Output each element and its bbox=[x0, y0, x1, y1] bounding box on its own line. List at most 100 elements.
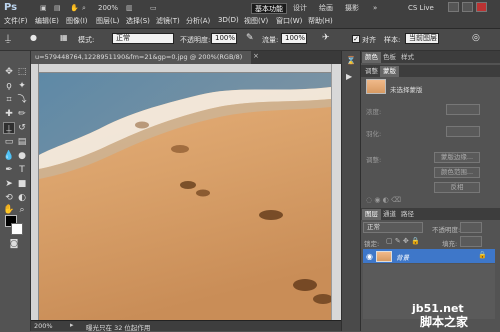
3d-orbit-tool-icon[interactable]: ◐ bbox=[16, 192, 28, 204]
layer-fill-label: 填充: bbox=[442, 240, 458, 248]
quick-mask-icon[interactable]: ◙ bbox=[8, 238, 20, 250]
clone-stamp-icon[interactable]: ⍊ bbox=[5, 33, 11, 44]
menu-select[interactable]: 选择(S) bbox=[126, 16, 150, 26]
clone-stamp-tool-icon[interactable]: ⍊ bbox=[3, 122, 15, 134]
lock-options-icons[interactable]: ▢ ✎ ✥ 🔒 bbox=[386, 237, 420, 245]
menu-filter[interactable]: 滤镜(T) bbox=[156, 16, 180, 26]
dodge-tool-icon[interactable]: ● bbox=[16, 150, 28, 162]
mask-feather-field[interactable] bbox=[446, 126, 480, 137]
path-select-tool-icon[interactable]: ➤ bbox=[3, 178, 15, 190]
eyedropper-tool-icon[interactable]: ⤵ bbox=[16, 94, 28, 106]
mask-status: 未选择蒙版 bbox=[390, 86, 423, 94]
menu-help[interactable]: 帮助(H) bbox=[308, 16, 333, 26]
menu-analysis[interactable]: 分析(A) bbox=[186, 16, 210, 26]
layer-opacity-field[interactable] bbox=[460, 222, 482, 233]
tab-layers[interactable]: 图层 bbox=[362, 209, 381, 220]
flow-input[interactable]: 100% bbox=[281, 33, 307, 44]
history-panel-icon[interactable]: ⌛ bbox=[346, 56, 356, 65]
clone-source-icon[interactable]: ▦ bbox=[60, 33, 68, 42]
history-brush-tool-icon[interactable]: ↺ bbox=[16, 122, 28, 134]
mask-edge-button[interactable]: 蒙版边缘... bbox=[434, 152, 480, 163]
layer-blend-mode[interactable]: 正常 bbox=[363, 222, 423, 233]
invert-button[interactable]: 反相 bbox=[434, 182, 480, 193]
airbrush-icon[interactable]: ✈ bbox=[322, 33, 330, 43]
app-logo: Ps bbox=[4, 2, 18, 13]
minimize-button[interactable] bbox=[448, 2, 459, 12]
status-info-icon[interactable]: ▸ bbox=[70, 321, 74, 329]
layer-opacity-label: 不透明度: bbox=[432, 226, 461, 234]
layer-name[interactable]: 背景 bbox=[396, 252, 409, 262]
shape-tool-icon[interactable]: ■ bbox=[16, 178, 28, 190]
type-tool-icon[interactable]: T bbox=[16, 164, 28, 176]
more-workspaces-button[interactable]: » bbox=[370, 3, 380, 14]
gradient-tool-icon[interactable]: ▤ bbox=[16, 136, 28, 148]
zoom-tool-icon[interactable]: ⌕ bbox=[82, 4, 86, 13]
mode-label: 模式: bbox=[78, 36, 95, 44]
mask-density-field[interactable] bbox=[446, 104, 480, 115]
menu-layer[interactable]: 图层(L) bbox=[96, 16, 119, 26]
layer-fill-field[interactable] bbox=[460, 236, 482, 247]
tab-masks[interactable]: 蒙版 bbox=[380, 66, 399, 77]
menu-file[interactable]: 文件(F) bbox=[4, 16, 28, 26]
marquee-tool-icon[interactable]: ⬚ bbox=[16, 66, 28, 78]
zoom-level[interactable]: 200% bbox=[98, 4, 118, 12]
mini-bridge-icon[interactable]: ▤ bbox=[54, 4, 61, 12]
document-tab[interactable]: u=579448764,1228951190&fm=21&gp=0.jpg @ … bbox=[31, 51, 251, 64]
workspace-photography[interactable]: 摄影 bbox=[342, 3, 362, 14]
blur-tool-icon[interactable]: 💧 bbox=[3, 150, 15, 162]
tab-color[interactable]: 颜色 bbox=[362, 52, 381, 63]
menu-3d[interactable]: 3D(D) bbox=[218, 16, 239, 24]
tab-swatches[interactable]: 色板 bbox=[380, 52, 399, 63]
tab-paths[interactable]: 路径 bbox=[398, 209, 417, 220]
color-range-button[interactable]: 颜色范围... bbox=[434, 167, 480, 178]
tab-adjustments[interactable]: 调整 bbox=[362, 66, 381, 77]
maximize-button[interactable] bbox=[462, 2, 473, 12]
status-zoom[interactable]: 200% bbox=[34, 322, 53, 330]
mask-footer-icons[interactable]: ◌ ◉ ◐ ⌫ bbox=[366, 196, 401, 204]
align-checkbox[interactable]: ✓ bbox=[352, 35, 360, 43]
mask-density-label: 浓度: bbox=[366, 108, 382, 116]
ignore-adjustment-icon[interactable]: ◎ bbox=[472, 33, 480, 43]
hand-tool-icon[interactable]: ✋ bbox=[70, 4, 79, 12]
mask-refine-label: 调整: bbox=[366, 156, 382, 164]
layer-lock-label: 锁定: bbox=[364, 240, 380, 248]
tab-channels[interactable]: 通道 bbox=[380, 209, 399, 220]
healing-brush-tool-icon[interactable]: ✚ bbox=[3, 108, 15, 120]
lasso-tool-icon[interactable]: ϙ bbox=[3, 80, 15, 92]
3d-rotate-tool-icon[interactable]: ⟲ bbox=[3, 192, 15, 204]
pen-tool-icon[interactable]: ✒ bbox=[3, 164, 15, 176]
menu-edit[interactable]: 编辑(E) bbox=[35, 16, 59, 26]
crop-tool-icon[interactable]: ⌗ bbox=[3, 94, 15, 106]
mode-select[interactable]: 正常 bbox=[112, 33, 174, 44]
cs-live-button[interactable]: CS Live bbox=[408, 4, 434, 12]
opacity-label: 不透明度: bbox=[180, 36, 211, 44]
brush-tool-icon[interactable]: ✏ bbox=[16, 108, 28, 120]
close-document-icon[interactable]: × bbox=[253, 52, 259, 60]
menu-window[interactable]: 窗口(W) bbox=[276, 16, 302, 26]
background-color-swatch[interactable] bbox=[11, 223, 23, 235]
eye-icon[interactable]: ◉ bbox=[366, 252, 373, 261]
zoom-tool-icon-2[interactable]: ⌕ bbox=[16, 204, 28, 216]
workspace-essentials[interactable]: 基本功能 bbox=[251, 3, 287, 14]
menu-image[interactable]: 图像(I) bbox=[66, 16, 88, 26]
eraser-tool-icon[interactable]: ▭ bbox=[3, 136, 15, 148]
brush-size-icon[interactable]: ● bbox=[30, 33, 37, 42]
actions-panel-icon[interactable]: ▶ bbox=[346, 72, 352, 81]
vertical-scrollbar[interactable] bbox=[331, 64, 341, 320]
workspace-design[interactable]: 设计 bbox=[290, 3, 310, 14]
screen-mode-icon[interactable]: ▭ bbox=[150, 4, 157, 12]
collapsed-panel-strip bbox=[341, 51, 361, 331]
quick-select-tool-icon[interactable]: ✦ bbox=[16, 80, 28, 92]
pressure-opacity-icon[interactable]: ✎ bbox=[246, 33, 254, 43]
sample-select[interactable]: 当前图层 bbox=[405, 33, 439, 44]
bridge-icon[interactable]: ▣ bbox=[40, 4, 47, 12]
move-tool-icon[interactable]: ✥ bbox=[3, 66, 15, 78]
arrange-docs-icon[interactable]: ▥ bbox=[126, 4, 133, 12]
canvas-image[interactable] bbox=[39, 73, 331, 320]
tab-styles[interactable]: 样式 bbox=[398, 52, 417, 63]
workspace-painting[interactable]: 绘画 bbox=[316, 3, 336, 14]
opacity-input[interactable]: 100% bbox=[211, 33, 237, 44]
menu-view[interactable]: 视图(V) bbox=[244, 16, 268, 26]
close-button[interactable] bbox=[476, 2, 487, 12]
mask-thumbnail bbox=[366, 79, 386, 94]
